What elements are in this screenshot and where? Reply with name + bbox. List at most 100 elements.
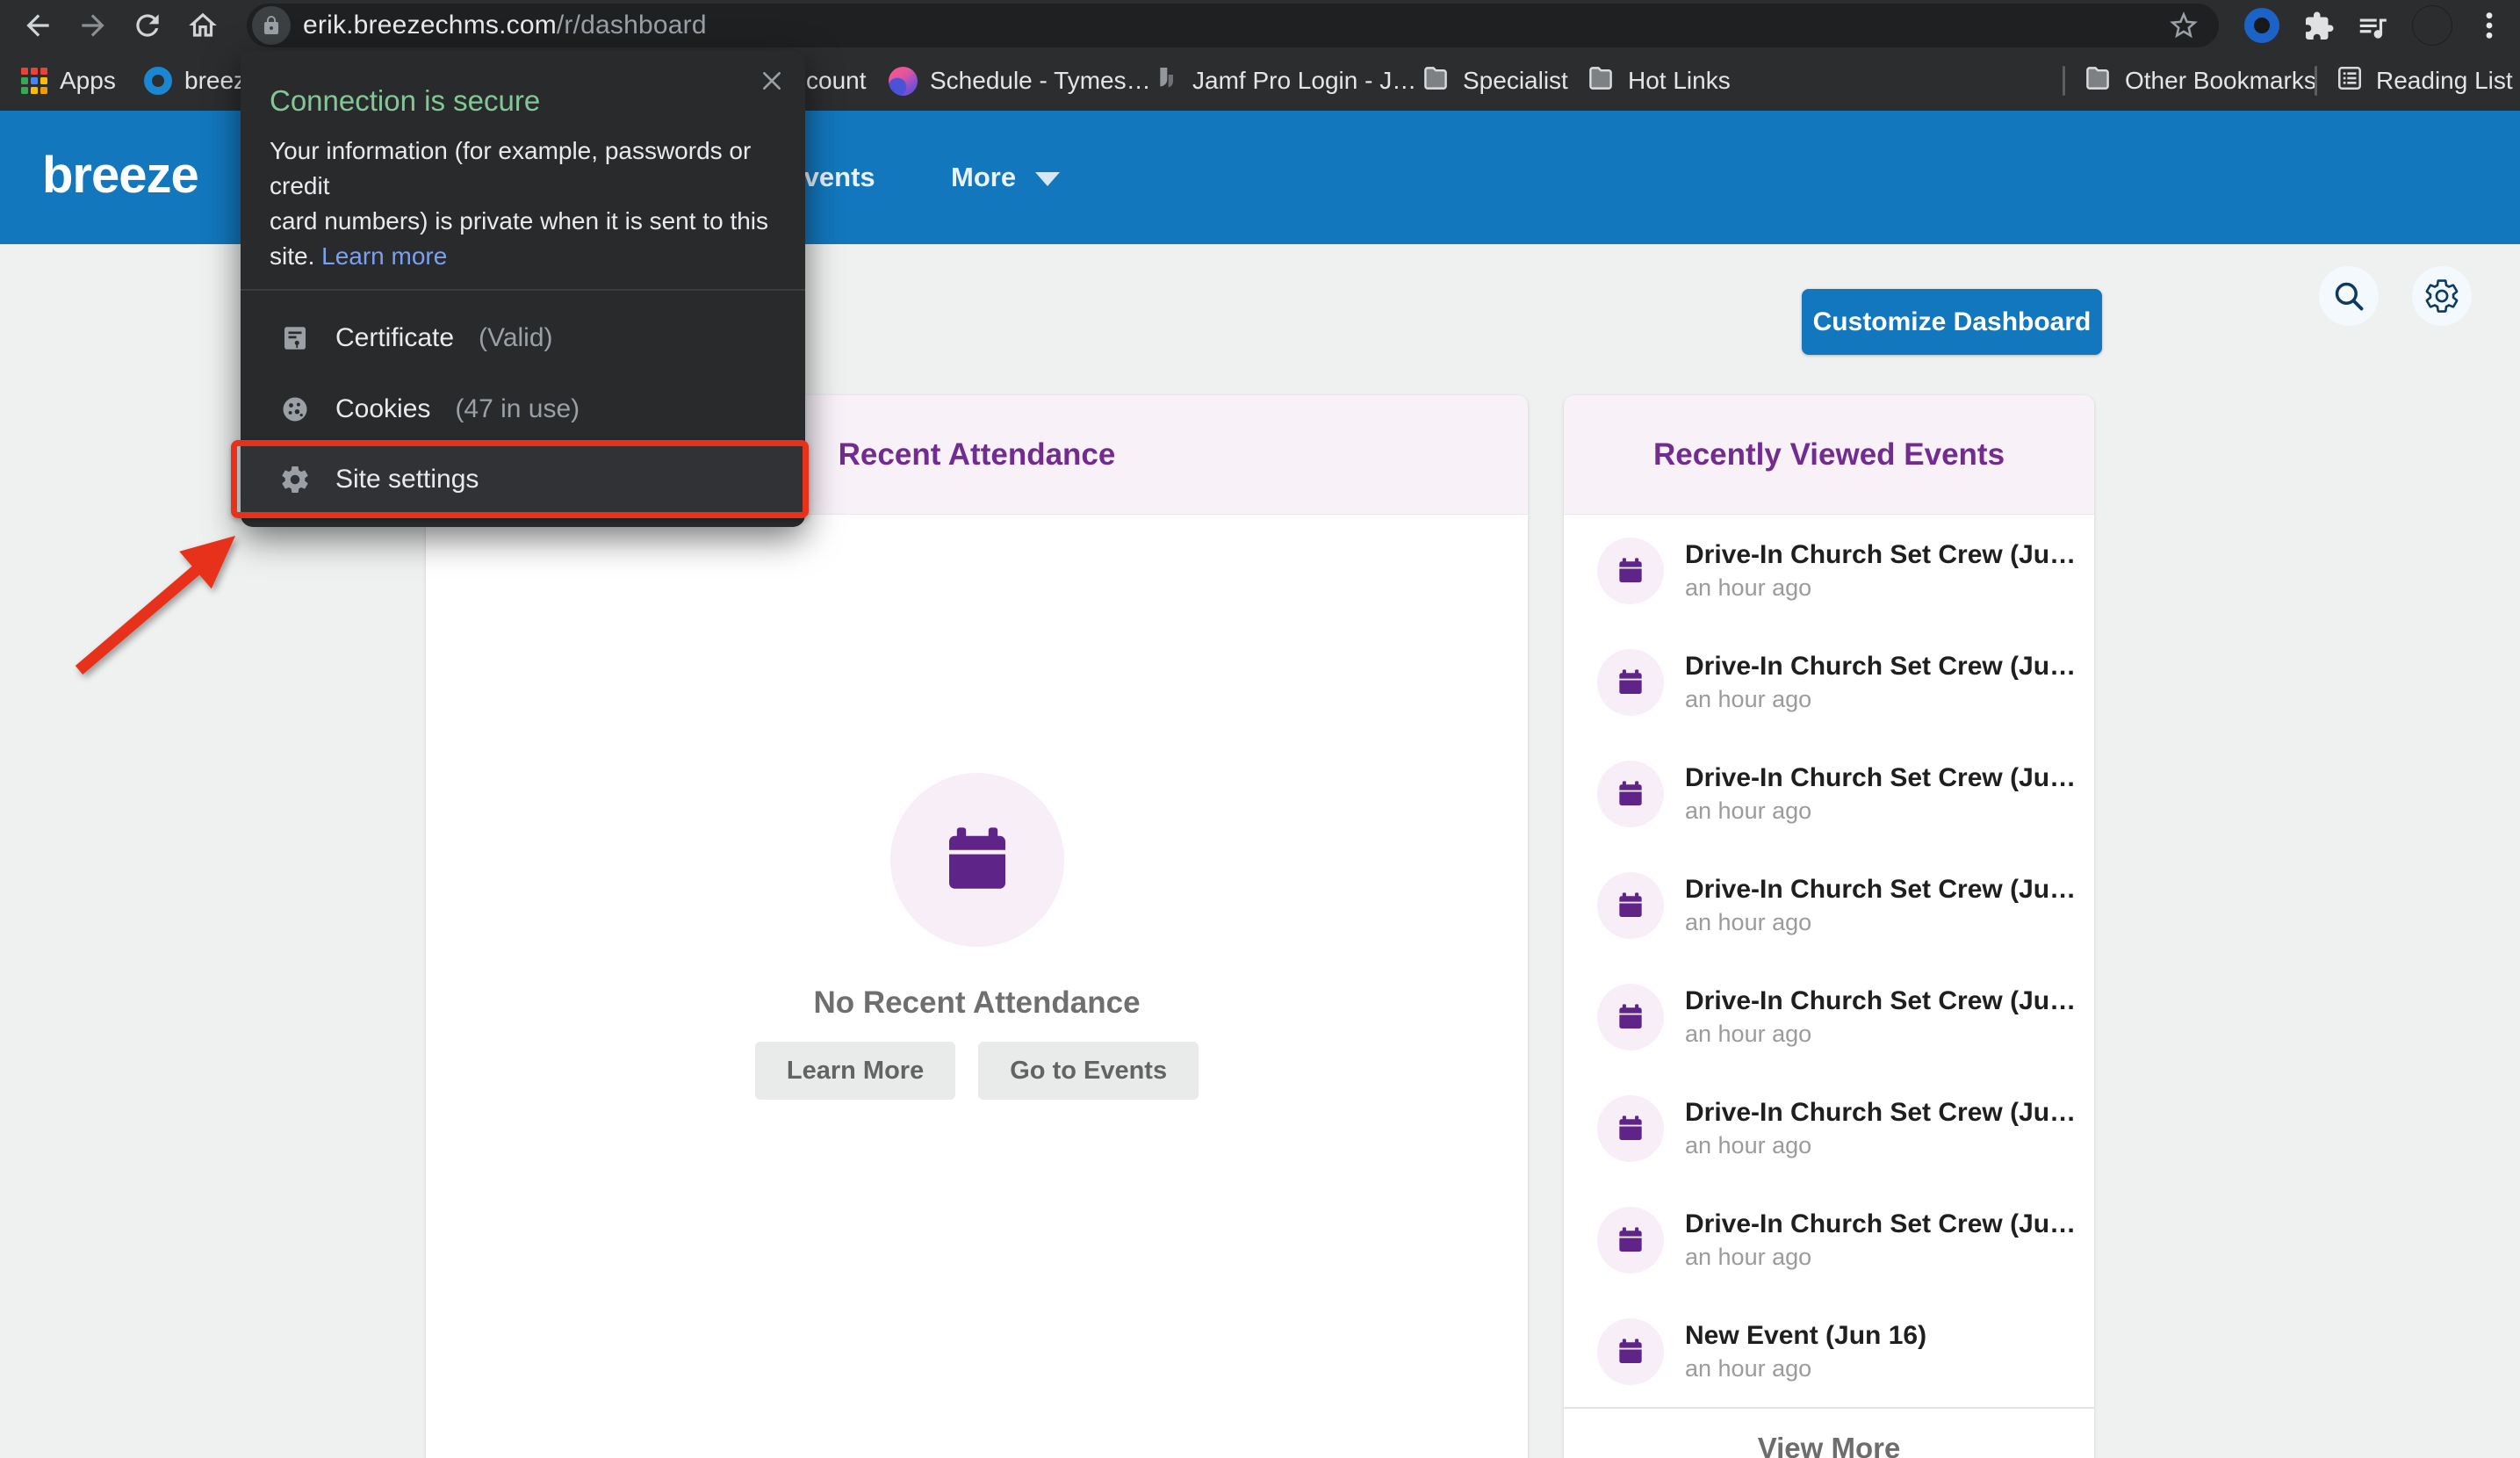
refresh-button[interactable]: [130, 8, 165, 43]
bookmark-star-button[interactable]: [2165, 7, 2202, 44]
event-time: an hour ago: [1685, 797, 1812, 824]
breeze-logo[interactable]: breeze: [42, 146, 199, 205]
breeze-favicon: [144, 67, 172, 95]
bookmark-apps[interactable]: Apps: [21, 51, 116, 111]
bookmark-label: breez: [184, 67, 247, 94]
extension-ring-button[interactable]: [2244, 8, 2279, 43]
puzzle-icon: [2306, 11, 2334, 40]
reading-list-label: Reading List: [2376, 67, 2513, 94]
attendance-empty-illustration: [889, 773, 1064, 947]
calendar-icon: [1619, 557, 1642, 582]
lock-button[interactable]: [252, 6, 291, 45]
popup-close-button[interactable]: [756, 65, 788, 97]
customize-dashboard-button[interactable]: Customize Dashboard: [1802, 289, 2102, 355]
bookmark-folder-specialist[interactable]: Specialist: [1421, 51, 1568, 111]
event-icon-circle: [1597, 871, 1664, 939]
nav-item-more[interactable]: More: [951, 162, 1061, 193]
certificate-menu-item[interactable]: Certificate (Valid): [241, 302, 805, 373]
event-list-item[interactable]: New Event (Jun 16) an hour ago: [1564, 1296, 2094, 1407]
event-time: an hour ago: [1685, 1020, 1812, 1047]
bookmark-folder-hotlinks[interactable]: Hot Links: [1586, 51, 1731, 111]
event-time: an hour ago: [1685, 1354, 1812, 1382]
bookmark-truncated[interactable]: count: [806, 51, 867, 111]
url-text: erik.breezechms.com/r/dashboard: [303, 11, 707, 40]
calendar-icon: [1619, 668, 1642, 694]
learn-more-button[interactable]: Learn More: [754, 1042, 956, 1100]
attendance-buttons: Learn More Go to Events: [426, 1042, 1528, 1100]
bookmark-label: count: [806, 67, 867, 94]
event-title: Drive-In Church Set Crew (Ju…: [1685, 762, 2077, 792]
browser-window: erik.breezechms.com/r/dashboard Apps bre…: [0, 0, 2520, 1458]
bookmark-label: Apps: [60, 67, 116, 94]
certificate-icon: [284, 326, 306, 350]
event-icon-circle: [1597, 1094, 1664, 1162]
event-title: Drive-In Church Set Crew (Ju…: [1685, 539, 2077, 569]
event-title: Drive-In Church Set Crew (Ju…: [1685, 1097, 2077, 1127]
browser-toolbar: erik.breezechms.com/r/dashboard: [0, 0, 2520, 51]
bookmark-schedule[interactable]: Schedule - Tymes…: [889, 51, 1151, 111]
navbar-settings-button[interactable]: [2412, 266, 2472, 326]
events-list: Drive-In Church Set Crew (Ju… an hour ago…: [1564, 515, 2094, 1407]
apps-grid-icon: [21, 68, 47, 94]
navbar-search-button[interactable]: [2319, 266, 2379, 326]
event-list-item[interactable]: Drive-In Church Set Crew (Ju… an hour ago: [1564, 626, 2094, 738]
bookmark-label: Schedule - Tymes…: [930, 67, 1151, 94]
calendar-icon: [1619, 1115, 1642, 1140]
go-to-events-button[interactable]: Go to Events: [978, 1042, 1199, 1100]
cookies-label: Cookies: [335, 393, 431, 423]
event-icon-circle: [1597, 1317, 1664, 1385]
event-list-item[interactable]: Drive-In Church Set Crew (Ju… an hour ago: [1564, 849, 2094, 961]
popup-body-line1: Your information (for example, passwords…: [270, 137, 752, 199]
view-more-button[interactable]: View More: [1564, 1407, 2094, 1458]
other-bookmarks-button[interactable]: Other Bookmarks: [2083, 51, 2316, 111]
calendar-icon: [1619, 1226, 1642, 1252]
event-time: an hour ago: [1685, 908, 1812, 935]
event-list-item[interactable]: Drive-In Church Set Crew (Ju… an hour ago: [1564, 1184, 2094, 1296]
gear-icon: [2425, 279, 2459, 313]
calendar-icon: [1619, 1003, 1642, 1029]
bookmarks-divider: [2315, 66, 2317, 96]
popup-divider: [241, 289, 805, 291]
bookmark-jamf[interactable]: Jamf Pro Login - J…: [1152, 51, 1416, 111]
event-list-item[interactable]: Drive-In Church Set Crew (Ju… an hour ago: [1564, 1072, 2094, 1184]
event-title: New Event (Jun 16): [1685, 1320, 1927, 1350]
bookmark-label: Hot Links: [1628, 67, 1731, 94]
media-controls-button[interactable]: [2353, 8, 2392, 47]
event-icon-circle: [1597, 537, 1664, 604]
recently-viewed-events-card: Recently Viewed Events Drive-In Church S…: [1564, 395, 2094, 1458]
folder-icon: [1586, 63, 1616, 99]
address-bar[interactable]: erik.breezechms.com/r/dashboard: [247, 4, 2219, 47]
annotation-highlight-box: [231, 440, 809, 518]
learn-more-link[interactable]: Learn more: [321, 242, 447, 270]
cookies-menu-item[interactable]: Cookies (47 in use): [241, 373, 805, 444]
close-icon: [763, 72, 781, 90]
event-list-item[interactable]: Drive-In Church Set Crew (Ju… an hour ago: [1564, 515, 2094, 626]
home-button[interactable]: [185, 8, 220, 43]
cookies-detail: (47 in use): [455, 393, 580, 423]
home-icon: [189, 12, 217, 37]
extensions-button[interactable]: [2300, 8, 2337, 45]
three-dots-icon: [2486, 12, 2493, 39]
profile-avatar[interactable]: [2412, 5, 2452, 46]
event-title: Drive-In Church Set Crew (Ju…: [1685, 874, 2077, 904]
popup-body-line3: site.: [270, 242, 315, 270]
event-icon-circle: [1597, 648, 1664, 716]
cookie-icon: [283, 397, 307, 421]
annotation-arrow: [75, 536, 235, 675]
events-card-header: Recently Viewed Events: [1564, 395, 2094, 515]
url-domain: erik.breezechms.com: [303, 11, 557, 40]
back-button[interactable]: [20, 8, 55, 43]
event-list-item[interactable]: Drive-In Church Set Crew (Ju… an hour ago: [1564, 738, 2094, 849]
forward-button[interactable]: [76, 8, 111, 43]
nav-more-label: More: [951, 162, 1017, 192]
bookmark-breeze[interactable]: breez: [144, 51, 246, 111]
attendance-empty-title: No Recent Attendance: [813, 985, 1141, 1020]
browser-menu-button[interactable]: [2476, 8, 2502, 43]
event-title: Drive-In Church Set Crew (Ju…: [1685, 985, 2077, 1015]
event-list-item[interactable]: Drive-In Church Set Crew (Ju… an hour ago: [1564, 961, 2094, 1072]
event-title: Drive-In Church Set Crew (Ju…: [1685, 651, 2077, 681]
reading-list-button[interactable]: Reading List: [2336, 51, 2513, 111]
calendar-icon: [1619, 891, 1642, 917]
schedule-favicon: [889, 66, 918, 96]
event-icon-circle: [1597, 983, 1664, 1050]
